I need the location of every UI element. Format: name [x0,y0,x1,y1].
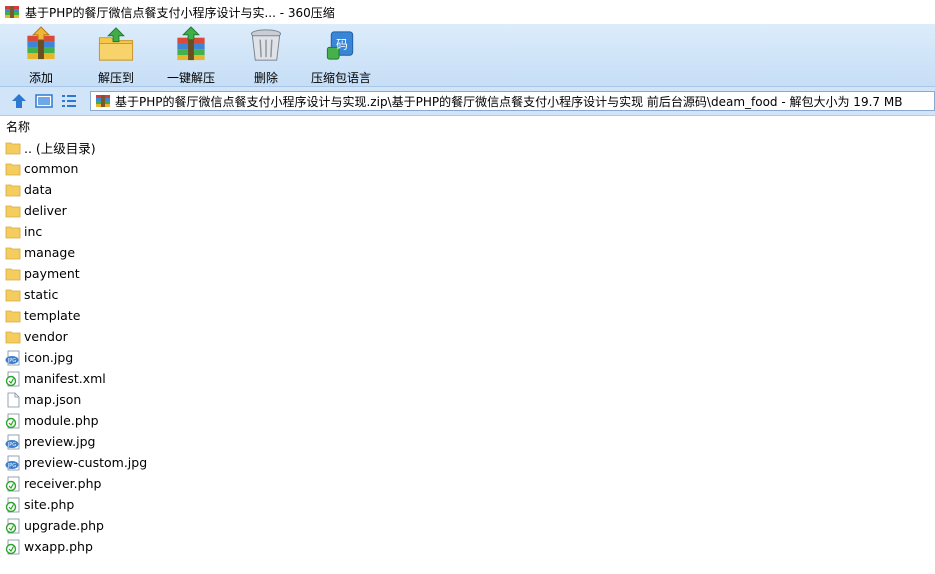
jpg-file-icon: JPG [5,434,20,449]
thumbnail-view-icon[interactable] [35,92,53,110]
path-field[interactable]: 基于PHP的餐厅微信点餐支付小程序设计与实现.zip\基于PHP的餐厅微信点餐支… [90,91,935,111]
list-item-file[interactable]: module.php [0,410,220,431]
folder-icon [5,331,21,343]
item-name: template [24,308,81,323]
list-item-parent-dir[interactable]: .. (上级目录) [0,137,220,158]
window-title: 基于PHP的餐厅微信点餐支付小程序设计与实... - 360压缩 [25,5,335,20]
folder-icon [5,142,21,154]
list-item-file[interactable]: site.php [0,494,220,515]
svg-text:JPG: JPG [7,463,16,469]
extract-to-button[interactable]: 解压到 [80,26,152,86]
zip-file-icon [96,95,110,107]
item-name: data [24,182,53,197]
encoding-icon: 码 [326,31,354,60]
item-name: preview.jpg [24,434,96,449]
list-item-file[interactable]: JPG icon.jpg [0,347,220,368]
list-header: 名称 [0,116,935,136]
item-name: inc [24,224,43,239]
script-file-icon [5,413,20,428]
svg-text:JPG: JPG [7,358,16,364]
path-text: 基于PHP的餐厅微信点餐支付小程序设计与实现.zip\基于PHP的餐厅微信点餐支… [115,94,903,109]
add-button[interactable]: 添加 [5,26,77,86]
add-button-label: 添加 [28,71,53,85]
folder-icon [5,268,21,280]
item-name: payment [24,266,80,281]
list-item-folder[interactable]: static [0,284,220,305]
up-arrow-icon[interactable] [10,92,28,110]
script-file-icon [5,539,20,554]
generic-file-icon [7,392,20,407]
list-item-folder[interactable]: payment [0,263,220,284]
list-item-folder[interactable]: manage [0,242,220,263]
trash-icon [250,29,282,61]
extract-to-button-label: 解压到 [97,71,134,85]
item-name: receiver.php [24,476,102,491]
script-file-icon [5,476,20,491]
archive-encoding-button[interactable]: 码 压缩包语言 [305,26,377,86]
delete-button[interactable]: 删除 [230,26,302,86]
item-name: deliver [24,203,67,218]
list-item-file[interactable]: JPG preview.jpg [0,431,220,452]
script-file-icon [5,518,20,533]
item-name: site.php [24,497,75,512]
list-item-folder[interactable]: vendor [0,326,220,347]
list-item-file[interactable]: JPG preview-custom.jpg [0,452,220,473]
archive-encoding-button-label: 压缩包语言 [310,71,371,85]
script-file-icon [5,497,20,512]
list-item-folder[interactable]: inc [0,221,220,242]
jpg-file-icon: JPG [5,350,20,365]
item-name: wxapp.php [24,539,93,554]
script-file-icon [5,371,20,386]
folder-icon [5,226,21,238]
item-name: module.php [24,413,99,428]
title-bar: 基于PHP的餐厅微信点餐支付小程序设计与实... - 360压缩 [0,0,935,24]
list-item-file[interactable]: map.json [0,389,220,410]
folder-icon [5,205,21,217]
one-click-extract-button[interactable]: 一键解压 [155,26,227,86]
list-item-folder[interactable]: template [0,305,220,326]
list-view-icon[interactable] [60,92,78,110]
item-name: manage [24,245,76,260]
add-archive-icon [27,26,55,60]
folder-icon [5,289,21,301]
item-name: common [24,161,79,176]
delete-button-label: 删除 [253,71,278,85]
folder-icon [5,163,21,175]
jpg-file-icon: JPG [5,455,20,470]
item-name: preview-custom.jpg [24,455,148,470]
folder-icon [5,247,21,259]
svg-text:JPG: JPG [7,442,16,448]
column-header-name[interactable]: 名称 [6,118,30,135]
svg-text:码: 码 [336,37,348,51]
folder-icon [5,310,21,322]
list-item-file[interactable]: manifest.xml [0,368,220,389]
folder-icon [5,184,21,196]
list-item-folder[interactable]: common [0,158,220,179]
list-item-file[interactable]: upgrade.php [0,515,220,536]
extract-to-icon [98,27,134,61]
toolbar: 添加 解压到 一键解压 删除 码 压缩包语言 [0,24,935,87]
item-name: manifest.xml [24,371,106,386]
one-click-extract-icon [177,26,205,61]
item-name: upgrade.php [24,518,104,533]
list-item-folder[interactable]: data [0,179,220,200]
one-click-extract-button-label: 一键解压 [166,71,215,85]
address-bar: 基于PHP的餐厅微信点餐支付小程序设计与实现.zip\基于PHP的餐厅微信点餐支… [0,87,935,116]
item-name: .. (上级目录) [24,141,96,156]
item-name: icon.jpg [24,350,74,365]
list-item-folder[interactable]: deliver [0,200,220,221]
file-list: .. (上级目录) common data deliver inc manage… [0,137,935,557]
archive-app-icon [5,6,19,18]
item-name: static [24,287,59,302]
list-item-file[interactable]: receiver.php [0,473,220,494]
item-name: vendor [24,329,68,344]
item-name: map.json [24,392,82,407]
list-item-file[interactable]: wxapp.php [0,536,220,557]
